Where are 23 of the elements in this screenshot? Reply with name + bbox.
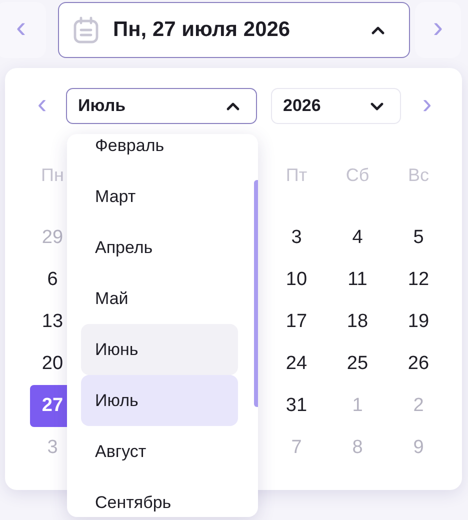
day-cell[interactable]: 17 xyxy=(274,301,319,343)
month-select[interactable]: Июль xyxy=(66,88,257,124)
year-select[interactable]: 2026 xyxy=(271,88,401,124)
weekday-label: Вс xyxy=(406,164,430,186)
calendar-icon xyxy=(73,16,99,44)
day-cell[interactable]: 10 xyxy=(274,259,319,301)
weekday-label: Пн xyxy=(40,164,65,186)
day-cell[interactable]: 19 xyxy=(396,301,441,343)
weekday-label: Пт xyxy=(284,164,308,186)
day-cell[interactable]: 12 xyxy=(396,259,441,301)
day-cell[interactable]: 25 xyxy=(335,343,380,385)
day-cell[interactable]: 3 xyxy=(274,217,319,259)
day-cell[interactable]: 24 xyxy=(274,343,319,385)
date-button[interactable]: Пн, 27 июля 2026 xyxy=(58,2,410,58)
day-cell[interactable]: 31 xyxy=(274,385,319,427)
day-cell[interactable]: 5 xyxy=(396,217,441,259)
month-option[interactable]: Июнь xyxy=(81,324,238,375)
month-option[interactable]: Июль xyxy=(81,375,238,426)
weekday-label: Сб xyxy=(344,164,370,186)
day-cell[interactable]: 18 xyxy=(335,301,380,343)
day-cell[interactable]: 11 xyxy=(335,259,380,301)
day-cell[interactable]: 4 xyxy=(335,217,380,259)
day-cell[interactable]: 26 xyxy=(396,343,441,385)
